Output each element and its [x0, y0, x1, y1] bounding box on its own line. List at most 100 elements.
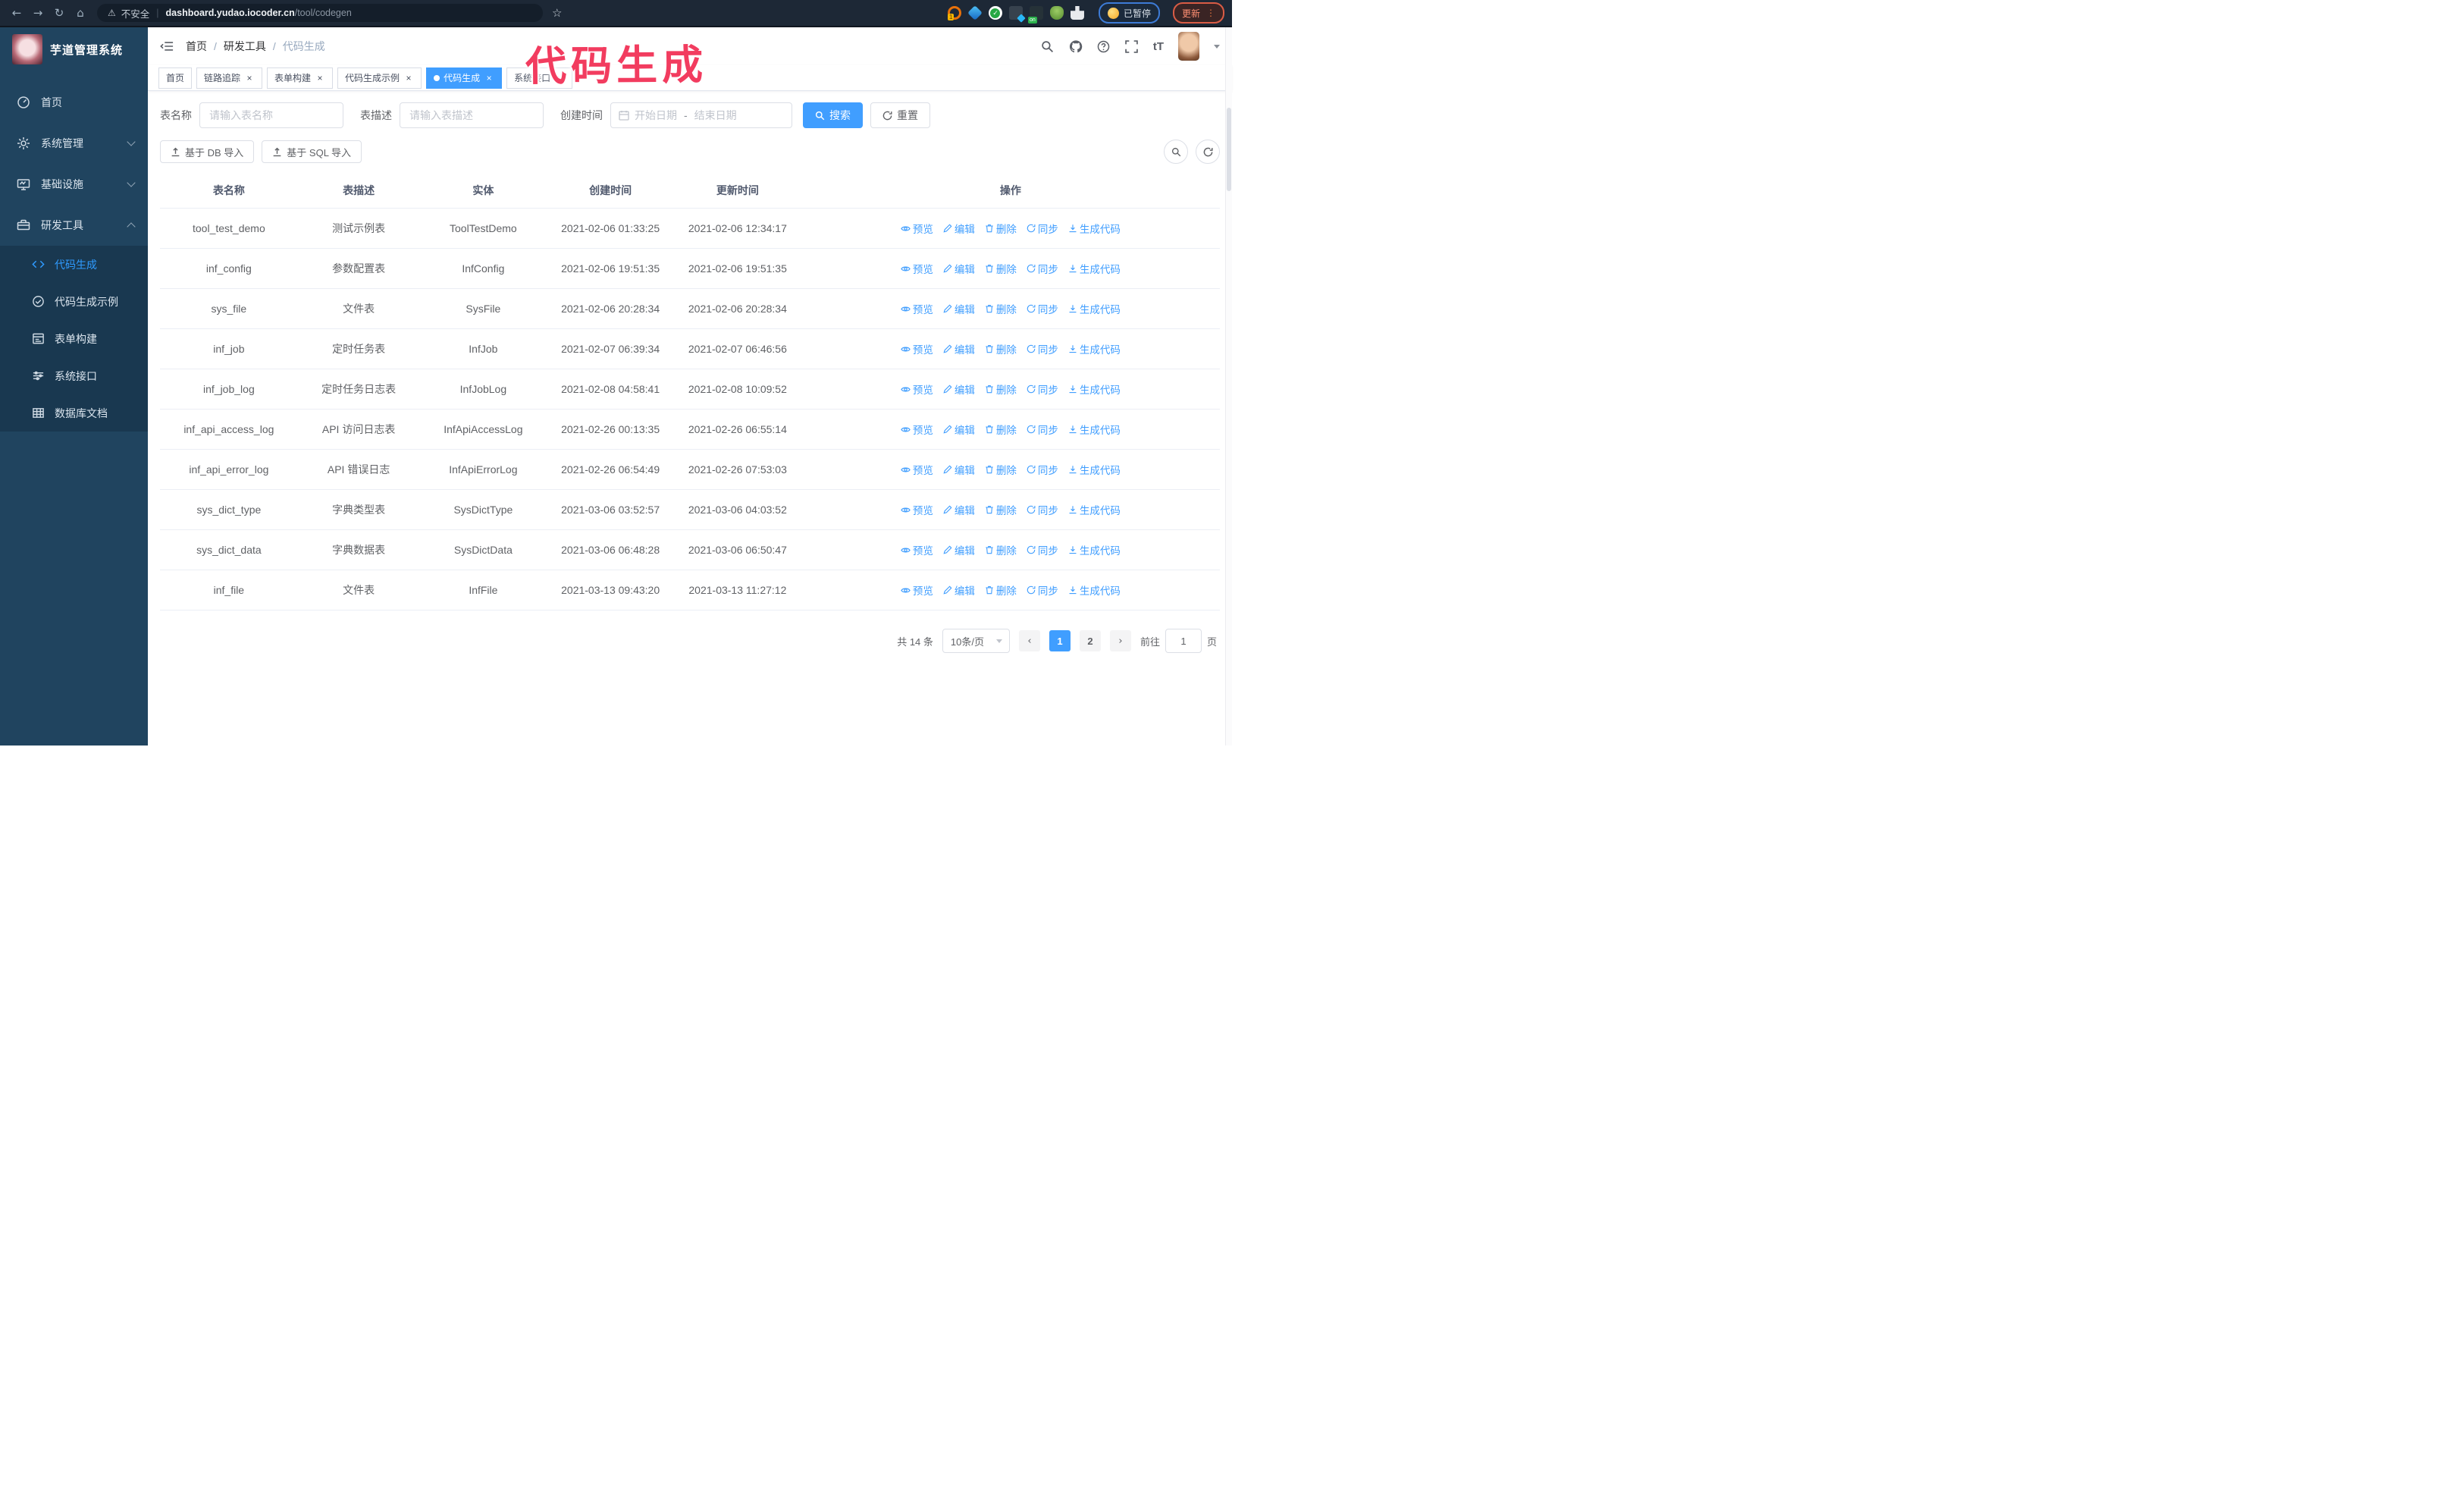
preview-link[interactable]: 预览: [901, 261, 933, 276]
user-avatar[interactable]: [1178, 32, 1199, 61]
edit-link[interactable]: 编辑: [943, 502, 975, 517]
sidebar-item-codegen-example[interactable]: 代码生成示例: [0, 283, 148, 320]
delete-link[interactable]: 删除: [985, 261, 1017, 276]
delete-link[interactable]: 删除: [985, 502, 1017, 517]
extensions-puzzle-icon[interactable]: [1070, 6, 1084, 20]
browser-forward-icon[interactable]: →: [29, 4, 47, 22]
generate-code-link[interactable]: 生成代码: [1068, 301, 1121, 316]
sync-link[interactable]: 同步: [1027, 502, 1058, 517]
delete-link[interactable]: 删除: [985, 462, 1017, 477]
prev-page-button[interactable]: ‹: [1018, 630, 1040, 651]
preview-link[interactable]: 预览: [901, 301, 933, 316]
tab-tracing[interactable]: 链路追踪 ×: [196, 67, 263, 89]
edit-link[interactable]: 编辑: [943, 221, 975, 236]
sidebar-item-system-api[interactable]: 系统接口: [0, 357, 148, 394]
generate-code-link[interactable]: 生成代码: [1068, 261, 1121, 276]
date-range-picker[interactable]: 开始日期 - 结束日期: [610, 102, 792, 128]
edit-link[interactable]: 编辑: [943, 261, 975, 276]
browser-home-icon[interactable]: ⌂: [71, 4, 89, 22]
delete-link[interactable]: 删除: [985, 221, 1017, 236]
address-bar[interactable]: ⚠ 不安全 | dashboard.yudao.iocoder.cn/tool/…: [97, 4, 543, 22]
extension-icon[interactable]: [947, 6, 961, 20]
preview-link[interactable]: 预览: [901, 341, 933, 356]
help-icon[interactable]: [1097, 39, 1111, 53]
tab-codegen[interactable]: 代码生成 ×: [426, 67, 503, 89]
fullscreen-icon[interactable]: [1125, 39, 1139, 53]
generate-code-link[interactable]: 生成代码: [1068, 221, 1121, 236]
delete-link[interactable]: 删除: [985, 381, 1017, 397]
preview-link[interactable]: 预览: [901, 582, 933, 598]
extension-icon[interactable]: ✓: [988, 6, 1002, 20]
toggle-search-button[interactable]: [1164, 140, 1188, 164]
sidebar-item-home[interactable]: 首页: [0, 82, 148, 123]
close-icon[interactable]: ×: [403, 73, 414, 83]
search-button[interactable]: 搜索: [803, 102, 863, 128]
tab-system-api[interactable]: 系统接口 ×: [506, 67, 573, 89]
sidebar-item-dev-tools[interactable]: 研发工具: [0, 205, 148, 246]
sync-link[interactable]: 同步: [1027, 261, 1058, 276]
delete-link[interactable]: 删除: [985, 422, 1017, 437]
page-size-select[interactable]: 10条/页: [942, 629, 1010, 653]
extension-icon[interactable]: [1008, 6, 1023, 20]
sidebar-item-codegen[interactable]: 代码生成: [0, 246, 148, 283]
github-icon[interactable]: [1069, 39, 1083, 53]
delete-link[interactable]: 删除: [985, 301, 1017, 316]
refresh-button[interactable]: [1196, 140, 1220, 164]
next-page-button[interactable]: ›: [1109, 630, 1131, 651]
page-button-2[interactable]: 2: [1079, 630, 1101, 651]
tab-home[interactable]: 首页: [158, 67, 193, 89]
sync-link[interactable]: 同步: [1027, 422, 1058, 437]
generate-code-link[interactable]: 生成代码: [1068, 341, 1121, 356]
browser-back-icon[interactable]: ←: [8, 4, 26, 22]
chrome-update-button[interactable]: 更新 ⋮: [1172, 2, 1224, 24]
preview-link[interactable]: 预览: [901, 542, 933, 557]
close-icon[interactable]: ×: [244, 73, 255, 83]
preview-link[interactable]: 预览: [901, 462, 933, 477]
sidebar-item-system[interactable]: 系统管理: [0, 123, 148, 164]
extension-icon[interactable]: [1049, 6, 1064, 20]
generate-code-link[interactable]: 生成代码: [1068, 502, 1121, 517]
font-size-icon[interactable]: tT: [1153, 40, 1164, 53]
reset-button[interactable]: 重置: [870, 102, 930, 128]
browser-reload-icon[interactable]: ↻: [50, 4, 68, 22]
browser-menu-icon[interactable]: ⋮: [1206, 8, 1215, 18]
profile-paused-chip[interactable]: 已暂停: [1098, 2, 1160, 24]
sidebar-item-db-doc[interactable]: 数据库文档: [0, 394, 148, 432]
edit-link[interactable]: 编辑: [943, 422, 975, 437]
sync-link[interactable]: 同步: [1027, 381, 1058, 397]
sync-link[interactable]: 同步: [1027, 542, 1058, 557]
edit-link[interactable]: 编辑: [943, 381, 975, 397]
preview-link[interactable]: 预览: [901, 422, 933, 437]
generate-code-link[interactable]: 生成代码: [1068, 462, 1121, 477]
sync-link[interactable]: 同步: [1027, 341, 1058, 356]
sync-link[interactable]: 同步: [1027, 462, 1058, 477]
search-icon[interactable]: [1041, 39, 1055, 53]
tab-codegen-example[interactable]: 代码生成示例 ×: [337, 67, 422, 89]
generate-code-link[interactable]: 生成代码: [1068, 381, 1121, 397]
delete-link[interactable]: 删除: [985, 542, 1017, 557]
sync-link[interactable]: 同步: [1027, 221, 1058, 236]
extension-icon[interactable]: [967, 5, 983, 20]
sidebar-item-infrastructure[interactable]: 基础设施: [0, 164, 148, 205]
edit-link[interactable]: 编辑: [943, 582, 975, 598]
close-icon[interactable]: ×: [554, 73, 565, 83]
caret-down-icon[interactable]: [1214, 44, 1220, 49]
edit-link[interactable]: 编辑: [943, 462, 975, 477]
bookmark-star-icon[interactable]: ☆: [552, 6, 562, 20]
sidebar-item-form-builder[interactable]: 表单构建: [0, 320, 148, 357]
sidebar-fold-icon[interactable]: [160, 40, 174, 52]
delete-link[interactable]: 删除: [985, 582, 1017, 598]
preview-link[interactable]: 预览: [901, 502, 933, 517]
page-button-1[interactable]: 1: [1049, 630, 1071, 651]
breadcrumb-home[interactable]: 首页: [186, 39, 207, 54]
import-db-button[interactable]: 基于 DB 导入: [160, 140, 255, 163]
preview-link[interactable]: 预览: [901, 381, 933, 397]
generate-code-link[interactable]: 生成代码: [1068, 542, 1121, 557]
goto-page-input[interactable]: [1165, 629, 1202, 653]
generate-code-link[interactable]: 生成代码: [1068, 582, 1121, 598]
tab-form-builder[interactable]: 表单构建 ×: [267, 67, 334, 89]
edit-link[interactable]: 编辑: [943, 341, 975, 356]
breadcrumb-dev-tools[interactable]: 研发工具: [224, 39, 266, 54]
extension-icon[interactable]: [1027, 6, 1043, 24]
sync-link[interactable]: 同步: [1027, 582, 1058, 598]
